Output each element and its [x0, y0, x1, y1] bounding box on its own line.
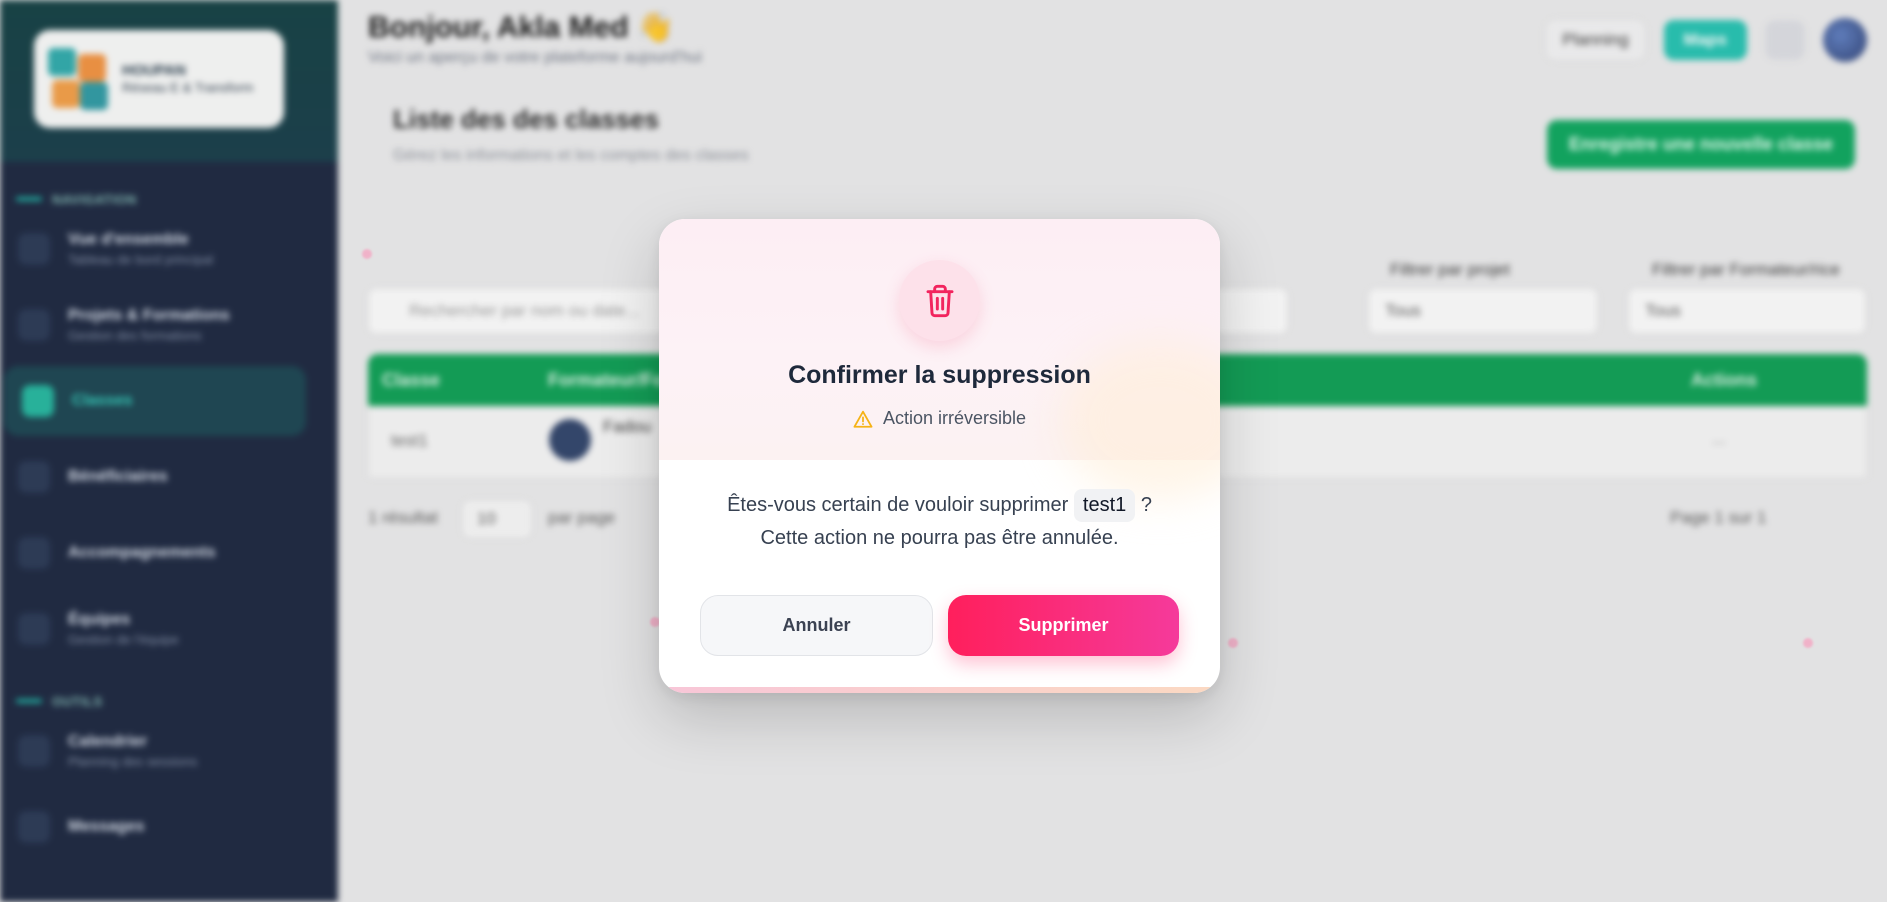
message-question-mark: ? [1140, 494, 1152, 516]
confirm-delete-modal: Confirmer la suppression Action irrévers… [659, 219, 1220, 693]
item-name-chip: test1 [1073, 489, 1136, 522]
decorative-dot [362, 249, 372, 259]
modal-warning: Action irréversible [659, 408, 1220, 429]
warning-text: Action irréversible [882, 408, 1027, 428]
modal-title: Confirmer la suppression [788, 361, 1091, 389]
warning-triangle-icon [853, 410, 873, 428]
modal-header: Confirmer la suppression Action irrévers… [659, 219, 1220, 460]
modal-bottom-accent [659, 687, 1220, 693]
message-note: Cette action ne pourra pas être annulée. [760, 527, 1119, 549]
cancel-button[interactable]: Annuler [700, 595, 933, 656]
modal-message: Êtes-vous certain de vouloir supprimer t… [659, 489, 1220, 555]
trash-icon-badge [899, 260, 980, 341]
decorative-dot [1228, 638, 1238, 648]
trash-icon [926, 284, 953, 317]
message-text: Êtes-vous certain de vouloir supprimer [727, 494, 1069, 516]
decorative-dot [1803, 638, 1813, 648]
delete-button[interactable]: Supprimer [948, 595, 1179, 656]
